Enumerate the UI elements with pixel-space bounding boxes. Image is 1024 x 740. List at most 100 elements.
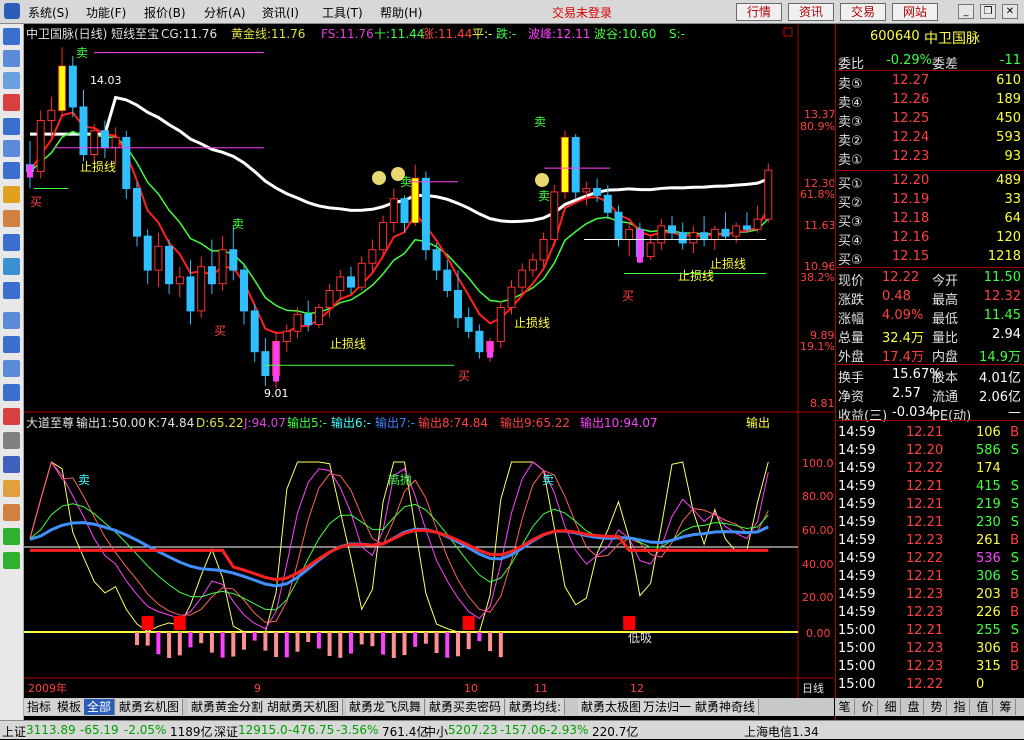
menu-tools[interactable]: 工具(T) (322, 4, 363, 21)
sh-percent: -2.05% (124, 723, 167, 737)
sz-amount: 761.4亿 (382, 725, 429, 739)
indicator-tab[interactable]: 献勇均线: (506, 699, 566, 715)
menu-function[interactable]: 功能(F) (86, 4, 126, 21)
zx-amount: 220.7亿 (592, 725, 639, 739)
chart-area[interactable]: 中卫国脉(日线) 短线至宝 CG:11.76 黄金线:11.76 FS:11.7… (24, 24, 834, 721)
chart-svg[interactable]: 中卫国脉(日线) 短线至宝 CG:11.76 黄金线:11.76 FS:11.7… (24, 24, 834, 698)
tick-price: 12.23 (906, 533, 944, 548)
bid-label: 买① (838, 177, 863, 192)
stat-value: 17.4万 (882, 350, 924, 365)
zhang-value: 涨:11.44 (422, 26, 472, 41)
rsi-icon[interactable] (3, 336, 20, 353)
refresh-icon[interactable] (3, 258, 20, 275)
out8-value: 输出8:74.84 (418, 415, 488, 430)
menu-quote[interactable]: 报价(B) (144, 4, 186, 21)
screen-icon[interactable] (3, 360, 20, 377)
bid-volume: 489 (996, 173, 1021, 188)
users-icon[interactable] (3, 210, 20, 227)
right-tab[interactable]: 盘 (904, 699, 924, 715)
indicator-tab[interactable]: 指标 (24, 699, 56, 715)
indicator-tab[interactable]: 献勇太极图 (578, 699, 646, 715)
candle (603, 194, 612, 213)
rank-icon[interactable] (3, 162, 20, 179)
wave-icon[interactable] (3, 312, 20, 329)
tick-side: S (1010, 551, 1019, 566)
arrow-down-icon[interactable] (3, 552, 20, 569)
ask-price: 12.27 (892, 73, 930, 88)
menu-system[interactable]: 系统(S) (28, 4, 69, 21)
fund-icon[interactable] (3, 234, 20, 251)
osc-bar (209, 632, 214, 653)
tick-side: B (1010, 641, 1019, 656)
tick-volume: 226 (976, 605, 1001, 620)
cg-value: CG:11.76 (161, 27, 217, 41)
price-label: 38.2% (800, 271, 834, 284)
osc-bar (349, 632, 353, 654)
indicator-tab[interactable]: 献勇买卖密码 (426, 699, 506, 715)
kline-icon[interactable] (3, 94, 20, 111)
indicator-tab[interactable]: 万法归一 (640, 699, 696, 715)
report-icon[interactable] (3, 118, 20, 135)
candle (432, 249, 441, 271)
right-tab[interactable]: 筹 (996, 699, 1016, 715)
website-button[interactable]: 网站 (892, 3, 938, 21)
candle (143, 235, 152, 271)
line-chart-icon[interactable] (3, 72, 20, 89)
right-tab[interactable]: 值 (973, 699, 993, 715)
indicator-tab[interactable]: 献勇神奇线 (692, 699, 760, 715)
dollar-icon[interactable] (3, 408, 20, 425)
minimize-icon[interactable]: _ (958, 4, 974, 19)
candle (90, 130, 99, 156)
indicator-tab[interactable]: 全部 (84, 699, 116, 715)
indicator-tab[interactable]: 模板 (54, 699, 86, 715)
osc-bar (188, 632, 193, 648)
right-tab[interactable]: 细 (881, 699, 901, 715)
right-tab[interactable]: 价 (858, 699, 878, 715)
calc-icon[interactable] (3, 384, 20, 401)
menu-info[interactable]: 资讯(I) (262, 4, 299, 21)
right-tab[interactable]: 笔 (835, 699, 855, 715)
quote-list-icon[interactable] (3, 28, 20, 45)
table-icon[interactable] (3, 140, 20, 157)
osc-bar (456, 632, 460, 657)
menu-help[interactable]: 帮助(H) (380, 4, 422, 21)
tick-price: 12.23 (906, 659, 944, 674)
market-button[interactable]: 行情 (736, 3, 782, 21)
candle (753, 218, 762, 230)
news-button[interactable]: 资讯 (788, 3, 834, 21)
trade-button[interactable]: 交易 (840, 3, 886, 21)
tick-volume: 174 (976, 461, 1001, 476)
etf-icon[interactable] (3, 282, 20, 299)
out5-value: 输出5:- (287, 415, 327, 430)
tool-icon[interactable] (3, 432, 20, 449)
candle (518, 269, 527, 288)
bid-label: 买⑤ (838, 253, 863, 268)
zx-change: -157.06 (500, 723, 547, 737)
restore-icon[interactable]: ❐ (980, 4, 996, 19)
indicator-tab[interactable]: 献勇龙飞凤舞 (346, 699, 426, 715)
grid-icon[interactable] (3, 50, 20, 67)
indicator-tab[interactable]: 献勇玄机图 (116, 699, 184, 715)
indicator-tab[interactable]: 胡献勇天机图 (264, 699, 344, 715)
bogu-value: 波谷:10.60 (594, 27, 656, 41)
price-label: 80.9% (800, 120, 834, 133)
menu-analysis[interactable]: 分析(A) (204, 4, 246, 21)
close-icon[interactable]: ✕ (1002, 4, 1018, 19)
candle (689, 232, 698, 244)
arrow-up-icon[interactable] (3, 528, 20, 545)
pencil-icon[interactable] (3, 480, 20, 497)
right-tab[interactable]: 指 (950, 699, 970, 715)
right-tab[interactable]: 势 (927, 699, 947, 715)
sell-star-signal: 卖 (534, 115, 546, 129)
tick-side: B (1010, 425, 1019, 440)
stat-value: 0.48 (882, 289, 911, 304)
draw-icon[interactable] (3, 504, 20, 521)
import-icon[interactable] (3, 456, 20, 473)
date-label: 10 (464, 682, 478, 695)
mail-icon[interactable] (3, 186, 20, 203)
candle (175, 276, 184, 285)
low-price-label: 9.01 (264, 387, 289, 400)
stop-loss-label: 止损线 (678, 269, 714, 283)
tick-volume: 219 (976, 497, 1001, 512)
indicator-tab[interactable]: 献勇黄金分割 (188, 699, 268, 715)
